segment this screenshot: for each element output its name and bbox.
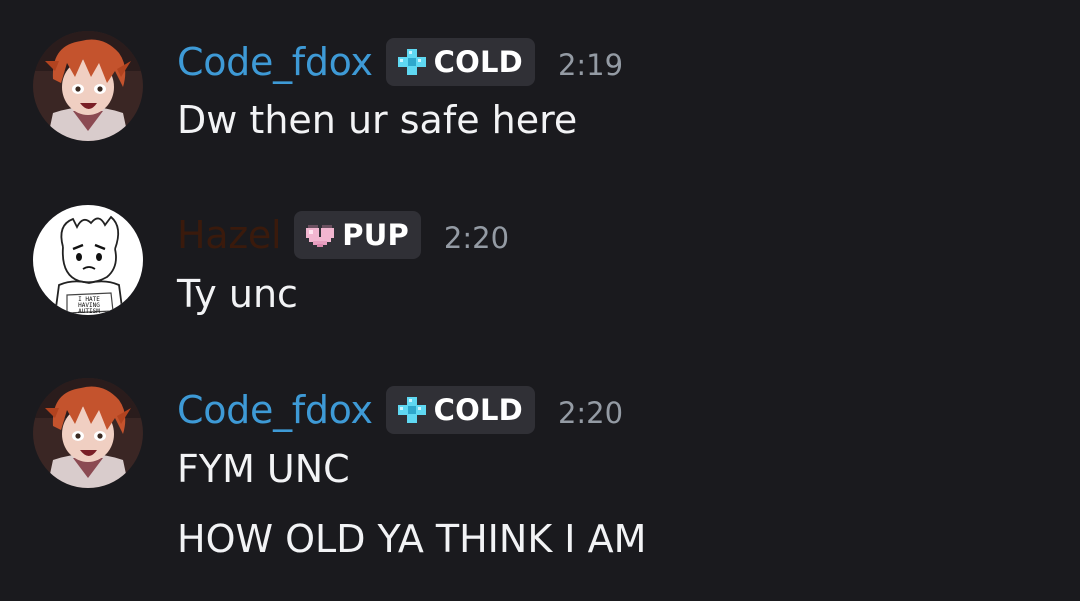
svg-text:AUTISM: AUTISM: [78, 308, 100, 315]
timestamp[interactable]: 2:20: [558, 396, 623, 430]
message-text: Dw then ur safe here: [177, 98, 578, 142]
message-text: HOW OLD YA THINK I AM: [177, 517, 647, 561]
role-badge-label: PUP: [342, 218, 409, 252]
role-badge[interactable]: COLD: [385, 386, 535, 434]
role-badge[interactable]: COLD: [385, 38, 535, 86]
pink-pixel-heart-icon: [306, 225, 335, 247]
message-text: FYM UNC: [177, 447, 350, 491]
red-haired-anime-avatar-icon[interactable]: [33, 378, 143, 488]
message-text: Ty unc: [177, 272, 298, 316]
message-header: Hazel PUP 2:20: [177, 210, 509, 260]
red-haired-anime-avatar-icon[interactable]: [33, 31, 143, 141]
role-badge-label: COLD: [433, 45, 523, 79]
chat-message: I HATE HAVING AUTISM Hazel PUP 2:20 Ty u…: [0, 180, 1080, 350]
cyan-pixel-clover-icon: [397, 397, 426, 423]
username[interactable]: Code_fdox: [177, 388, 373, 432]
username[interactable]: Code_fdox: [177, 40, 373, 84]
message-header: Code_fdox COLD 2:20: [177, 385, 623, 435]
chat-message: Code_fdox COLD 2:20 FYM UNC HOW OLD YA T…: [0, 350, 1080, 601]
sketch-character-avatar-icon[interactable]: I HATE HAVING AUTISM: [33, 205, 143, 315]
message-header: Code_fdox COLD 2:19: [177, 37, 623, 87]
role-badge-label: COLD: [433, 393, 523, 427]
chat-message: Code_fdox COLD 2:19 Dw then ur safe here: [0, 0, 1080, 180]
cyan-pixel-clover-icon: [397, 49, 426, 75]
role-badge[interactable]: PUP: [294, 211, 421, 259]
username[interactable]: Hazel: [177, 213, 282, 257]
timestamp[interactable]: 2:19: [558, 48, 623, 82]
timestamp[interactable]: 2:20: [444, 221, 509, 255]
